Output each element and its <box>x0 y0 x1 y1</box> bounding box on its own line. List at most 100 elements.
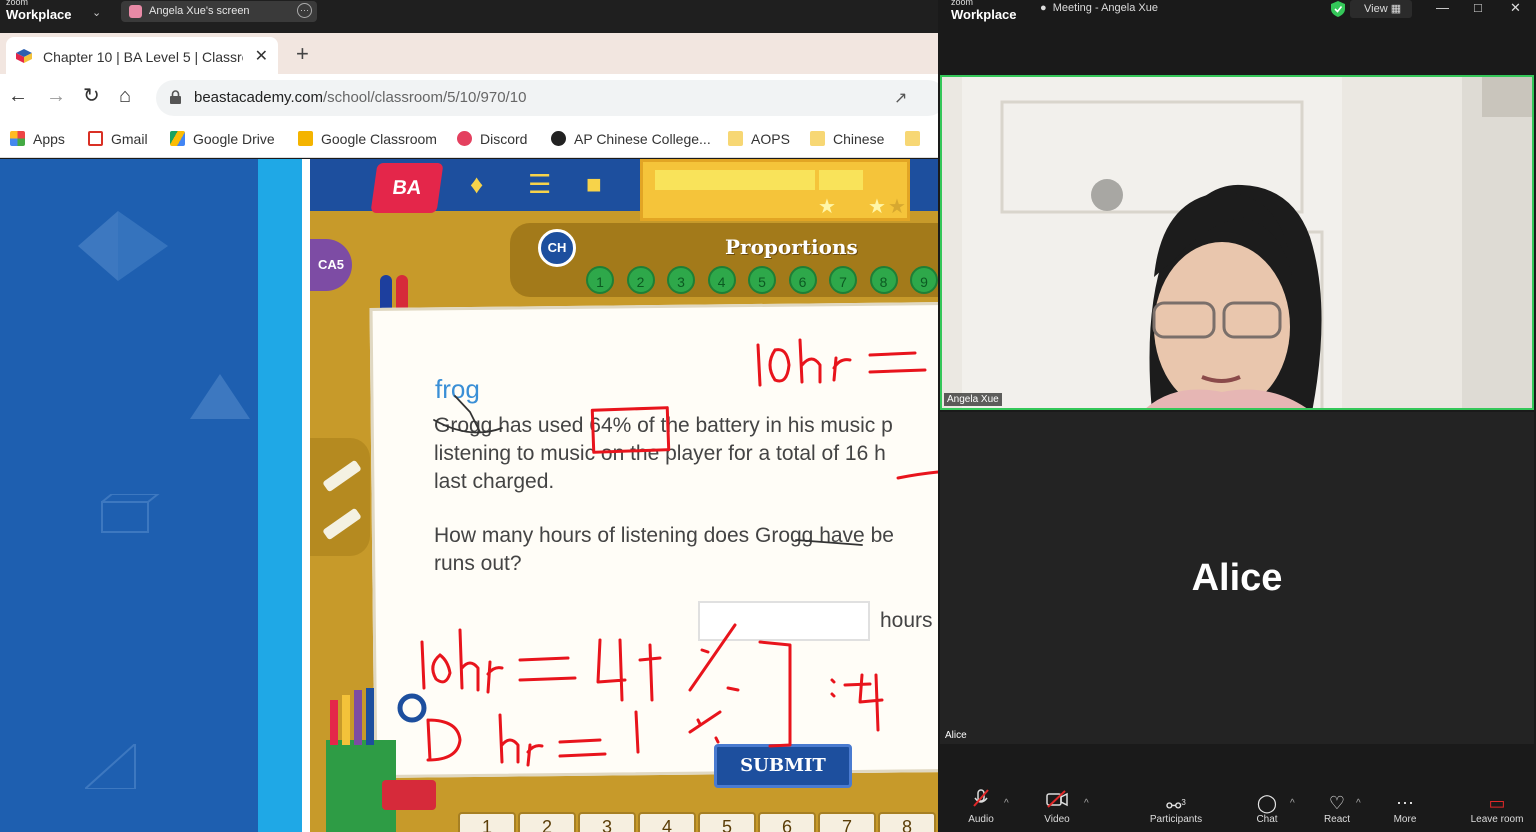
address-bar[interactable]: beastacademy.com/school/classroom/5/10/9… <box>156 80 946 116</box>
participant-video-angela[interactable]: Angela Xue <box>940 75 1534 410</box>
paw-icon: ● <box>1040 2 1053 14</box>
meeting-toolbar: Audio ^ Video ^ ⚯3 Participants ◯ Chat ^… <box>938 788 1536 832</box>
question-nav-button[interactable]: 5 <box>698 812 756 832</box>
bookmark-label: Discord <box>480 131 528 147</box>
answer-input[interactable] <box>698 601 870 641</box>
globe-icon <box>551 131 566 146</box>
bookmark-overflow[interactable] <box>905 131 928 147</box>
shared-screen-tab[interactable]: Angela Xue's screen ··· <box>121 1 317 22</box>
home-icon[interactable]: ⌂ <box>119 86 131 106</box>
school-supplies-decoration <box>326 688 436 832</box>
more-icon[interactable]: ··· <box>297 3 312 18</box>
chevron-up-icon[interactable]: ^ <box>1290 798 1295 809</box>
back-icon[interactable]: ← <box>8 86 28 106</box>
meeting-title: ● Meeting - Angela Xue <box>1040 2 1158 14</box>
chapter-badge[interactable]: CH <box>538 229 576 267</box>
zoom-logo-small: zoom <box>951 0 974 7</box>
problem-dot[interactable]: 6 <box>788 266 817 294</box>
bookmark-label: Google Classroom <box>321 131 437 147</box>
maximize-icon[interactable]: □ <box>1474 0 1482 15</box>
drawing-tools <box>310 438 370 556</box>
participants-button[interactable]: ⚯3 Participants <box>1141 788 1211 825</box>
lock-icon <box>170 90 181 104</box>
reload-icon[interactable]: ↻ <box>83 86 100 106</box>
bookmark-discord[interactable]: Discord <box>457 131 527 147</box>
bookmark-google-classroom[interactable]: Google Classroom <box>298 131 437 147</box>
forward-icon[interactable]: → <box>46 86 66 106</box>
pencil-icon[interactable] <box>322 459 362 493</box>
browser-tab[interactable]: Chapter 10 | BA Level 5 | Classro ✕ <box>6 37 278 74</box>
zoom-logo-big: Workplace <box>6 7 72 22</box>
share-icon[interactable]: ↗ <box>894 88 907 108</box>
problem-dot[interactable]: 8 <box>869 266 898 294</box>
question-nav-button[interactable]: 7 <box>818 812 876 832</box>
question-line-3: last charged. <box>434 470 555 493</box>
question-nav-button[interactable]: 8 <box>878 812 936 832</box>
chevron-up-icon[interactable]: ^ <box>1356 798 1361 809</box>
problem-dot[interactable]: 3 <box>667 266 695 294</box>
bookmark-label: AP Chinese College... <box>574 131 711 147</box>
view-button[interactable]: View ▦ <box>1350 0 1412 18</box>
question-nav-button[interactable]: 6 <box>758 812 816 832</box>
bookmarks-bar: Apps Gmail Google Drive Google Classroom… <box>0 122 938 158</box>
problem-dot[interactable]: 1 <box>586 266 614 294</box>
minimize-icon[interactable]: — <box>1436 0 1449 15</box>
new-tab-icon[interactable]: + <box>296 41 309 67</box>
bookmark-label: Chinese <box>833 131 885 147</box>
close-tab-icon[interactable]: ✕ <box>255 46 268 66</box>
question-line-1: Grogg has used 64% of the battery in his… <box>434 414 893 437</box>
question-nav-button[interactable]: 3 <box>578 812 636 832</box>
video-camera-icon[interactable]: ■ <box>586 169 602 200</box>
zoom-logo-big: Workplace <box>951 7 1017 22</box>
problem-dot[interactable]: 7 <box>829 266 857 294</box>
leave-door-icon: ▭ <box>1488 793 1506 813</box>
question-nav-button[interactable]: 2 <box>518 812 576 832</box>
react-button[interactable]: ♡ React <box>1302 788 1372 825</box>
browser-tab-strip: Chapter 10 | BA Level 5 | Classro ✕ + <box>0 33 938 74</box>
bookmark-ap-chinese[interactable]: AP Chinese College... <box>551 131 711 147</box>
question-nav-button[interactable]: 4 <box>638 812 696 832</box>
video-off-icon <box>1022 788 1092 814</box>
bookmark-label: Google Drive <box>193 131 275 147</box>
chevron-down-icon[interactable]: ⌄ <box>92 6 101 19</box>
bookmark-chinese[interactable]: Chinese <box>810 131 884 147</box>
problem-dot[interactable]: 4 <box>707 266 736 294</box>
user-avatar-icon <box>129 5 142 18</box>
problem-dot[interactable]: 2 <box>626 266 655 294</box>
participants-count: 3 <box>1181 798 1186 807</box>
google-classroom-icon <box>298 131 313 146</box>
discord-icon <box>457 131 472 146</box>
more-button[interactable]: ⋯ More <box>1370 788 1440 825</box>
google-drive-icon <box>170 131 185 146</box>
participant-name-large: Alice <box>1191 557 1283 599</box>
participant-tile-alice[interactable]: Alice Alice <box>940 412 1534 744</box>
bookmark-gmail[interactable]: Gmail <box>88 131 148 147</box>
chevron-up-icon[interactable]: ^ <box>1084 798 1089 809</box>
zoom-logo-small: zoom <box>6 0 29 7</box>
level-badge[interactable]: CA5 <box>310 239 352 291</box>
beast-academy-logo[interactable]: BA <box>370 163 444 213</box>
question-nav-button[interactable]: 1 <box>458 812 516 832</box>
participant-name-tag: Angela Xue <box>944 393 1002 406</box>
close-icon[interactable]: ✕ <box>1510 0 1521 16</box>
bell-icon[interactable]: ♦ <box>470 169 483 200</box>
submit-button[interactable]: SUBMIT <box>714 744 852 788</box>
problem-dot[interactable]: 5 <box>748 266 776 294</box>
progress-meter: ★ ★ ★ <box>640 159 910 221</box>
leave-label: Leave room <box>1470 814 1524 825</box>
question-line-5: runs out? <box>434 552 522 575</box>
browser-toolbar: ← → ↻ ⌂ beastacademy.com/school/classroo… <box>0 74 946 122</box>
chevron-up-icon[interactable]: ^ <box>1004 798 1009 809</box>
bookmark-google-drive[interactable]: Google Drive <box>170 131 275 147</box>
eraser-icon[interactable] <box>322 507 362 541</box>
bookmark-apps[interactable]: Apps <box>10 131 65 147</box>
bookmark-aops[interactable]: AOPS <box>728 131 790 147</box>
book-icon[interactable]: ☰ <box>528 169 551 200</box>
question-name-annotation: frog <box>435 374 480 404</box>
shared-screen-label: Angela Xue's screen <box>149 5 250 17</box>
zoom-logo[interactable]: zoom Workplace <box>6 0 72 21</box>
problem-dot[interactable]: 9 <box>910 266 938 294</box>
shield-icon[interactable] <box>1328 0 1348 18</box>
video-button[interactable]: Video <box>1022 788 1092 825</box>
leave-room-button[interactable]: ▭ Leave room <box>1462 788 1532 825</box>
